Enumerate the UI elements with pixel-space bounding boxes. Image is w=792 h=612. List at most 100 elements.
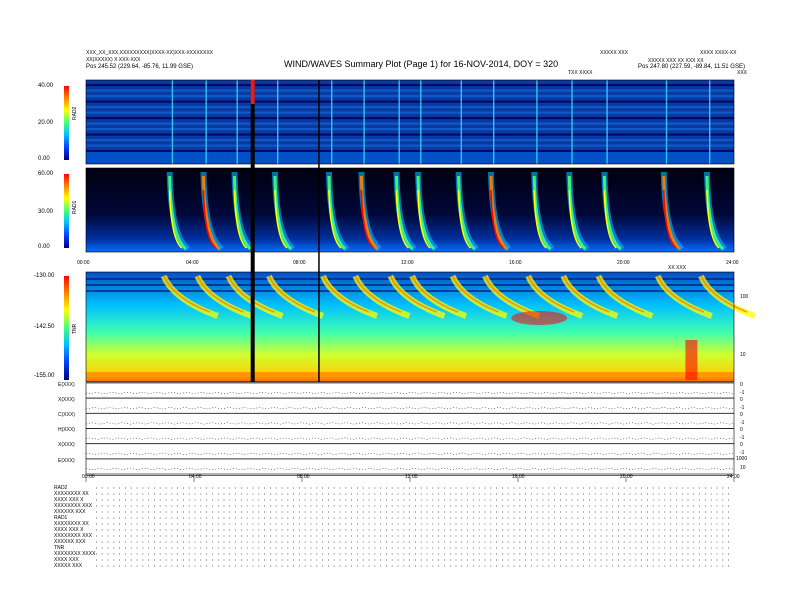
line-r-1a: 0 xyxy=(740,382,743,388)
header-left-line-2: XX(XXXXX) X XXX-XXX xyxy=(86,57,141,63)
line-label-5: X(XXX) xyxy=(58,442,75,448)
tnr-spectrogram xyxy=(85,271,757,383)
rad2-colorbar xyxy=(64,86,69,160)
tnr-colorbar xyxy=(64,276,69,380)
header-right-line-2: XXXX XXXX-XX xyxy=(700,50,737,56)
time2-tick-16: 16:00 xyxy=(512,474,525,480)
rad2-burst-streak xyxy=(171,80,174,164)
rad2-band xyxy=(86,144,734,147)
line-label-4: H(XXX) xyxy=(58,427,75,433)
line-plot-frame xyxy=(85,397,735,414)
line-plot-frame xyxy=(85,382,735,399)
rad2-burst-streak xyxy=(236,80,238,164)
line-r-5a: 0 xyxy=(740,442,743,448)
rad1-label: RAD1 xyxy=(72,200,78,214)
line-r-3b: -1 xyxy=(740,420,745,426)
line-r-4a: 0 xyxy=(740,427,743,433)
tnr-right-tag: XX XXX xyxy=(668,265,687,271)
rad2-tick-mid: 20.00 xyxy=(38,120,54,126)
time-tick-24: 24:00 xyxy=(726,260,739,266)
rad2-burst-streak xyxy=(277,80,279,164)
rad2-burst-streak xyxy=(493,80,495,164)
data-gap-line xyxy=(250,80,255,382)
rad1-spectrogram xyxy=(85,167,735,253)
header-center-tag: TXX XXXX xyxy=(568,70,593,76)
rad2-lower-band xyxy=(86,152,734,164)
line-r-1b: -1 xyxy=(740,390,745,396)
rad2-tick-top: 40.00 xyxy=(38,83,54,89)
rad2-band xyxy=(86,150,734,153)
rad2-burst-streak xyxy=(571,80,573,164)
footer-dot-rows xyxy=(85,477,735,567)
summary-plot xyxy=(64,79,757,567)
line-plot-frame xyxy=(85,443,735,460)
line-r-2b: -1 xyxy=(740,405,745,411)
rad2-band xyxy=(86,128,734,131)
rad2-band xyxy=(86,122,734,125)
rad2-burst-streak xyxy=(331,80,333,164)
footer-tnr-row-3: XXXXX XXX xyxy=(54,563,83,569)
line-plot-frame xyxy=(85,413,735,429)
tnr-dark-band xyxy=(86,290,734,292)
rad2-band xyxy=(86,106,734,109)
tnr-tick-top: -130.00 xyxy=(34,273,55,279)
time-tick-08: 08:00 xyxy=(293,260,306,266)
rad2-band xyxy=(86,100,734,103)
line-label-3: C(XXX) xyxy=(58,412,75,418)
line-plot-frame xyxy=(85,428,735,444)
tnr-bottom-band xyxy=(86,372,734,381)
tnr-right-tick-100: 100 xyxy=(740,294,749,300)
rad2-burst-streak xyxy=(536,80,538,164)
page-title: WIND/WAVES Summary Plot (Page 1) for 16-… xyxy=(284,59,559,69)
line-r-2a: 0 xyxy=(740,397,743,403)
rad2-burst-streak xyxy=(205,80,207,164)
rad2-band xyxy=(86,111,734,114)
header-left-line-1: XXX_XX_XXX,XXXXXXXXX(XXXX-XX)XXX-XXXXXXX… xyxy=(86,50,213,56)
line-plot-frame xyxy=(85,458,735,475)
rad2-tick-bottom: 0.00 xyxy=(38,156,50,162)
line-r-6a: 1000 xyxy=(736,456,748,462)
header-left-pos: Pos 245.52 (229.64, -85.76, 11.99 GSE) xyxy=(86,64,193,70)
rad2-spectrogram xyxy=(85,79,735,165)
line-label-1: E(XXX) xyxy=(58,382,75,388)
line-r-4b: -1 xyxy=(740,435,745,441)
time-tick-00: 00:00 xyxy=(77,260,90,266)
tnr-tick-mid: -142.50 xyxy=(34,324,55,330)
rad1-tick-top: 60.00 xyxy=(38,171,54,177)
rad2-band xyxy=(86,117,734,120)
header-right-pos: Pos 247.80 (227.59, -89.84, 11.51 GSE) xyxy=(638,64,745,70)
time2-tick-12: 12:00 xyxy=(405,474,418,480)
rad2-band xyxy=(86,95,734,98)
tnr-hot-spot xyxy=(511,311,568,325)
rad2-burst-streak xyxy=(606,80,608,164)
tnr-tick-bottom: -155.00 xyxy=(34,373,55,379)
data-gap-line xyxy=(318,80,320,382)
line-r-3a: 0 xyxy=(740,412,743,418)
tnr-late-emission xyxy=(685,340,698,380)
time2-tick-00: 00:00 xyxy=(82,474,95,480)
rad2-band xyxy=(86,84,734,87)
rad1-tick-mid: 30.00 xyxy=(38,209,54,215)
time-tick-12: 12:00 xyxy=(401,260,414,266)
rad2-burst-streak xyxy=(420,80,422,164)
rad2-burst-streak xyxy=(398,80,400,164)
tnr-background xyxy=(86,272,734,382)
data-gap-red-mark xyxy=(250,80,255,104)
rad2-band xyxy=(86,139,734,142)
line-label-2: X(XXX) xyxy=(58,397,75,403)
time2-tick-04: 04:00 xyxy=(189,474,202,480)
time2-tick-08: 08:00 xyxy=(297,474,310,480)
rad2-burst-streak xyxy=(665,80,668,164)
header-right-line-1: XXXXX XXX xyxy=(600,50,629,56)
time-tick-20: 20:00 xyxy=(617,260,630,266)
time2-tick-24: 24:00 xyxy=(727,474,740,480)
rad1-tick-bottom: 0.00 xyxy=(38,244,50,250)
rad2-label: RAD2 xyxy=(72,106,78,120)
time2-tick-20: 20:00 xyxy=(620,474,633,480)
line-plot-panels xyxy=(85,382,735,476)
rad2-burst-streak xyxy=(709,80,711,164)
header-right-tag: XXX xyxy=(737,70,748,76)
line-r-6b: 10 xyxy=(740,465,746,471)
line-label-6: E(XXX) xyxy=(58,458,75,464)
tnr-dark-band xyxy=(86,284,734,286)
